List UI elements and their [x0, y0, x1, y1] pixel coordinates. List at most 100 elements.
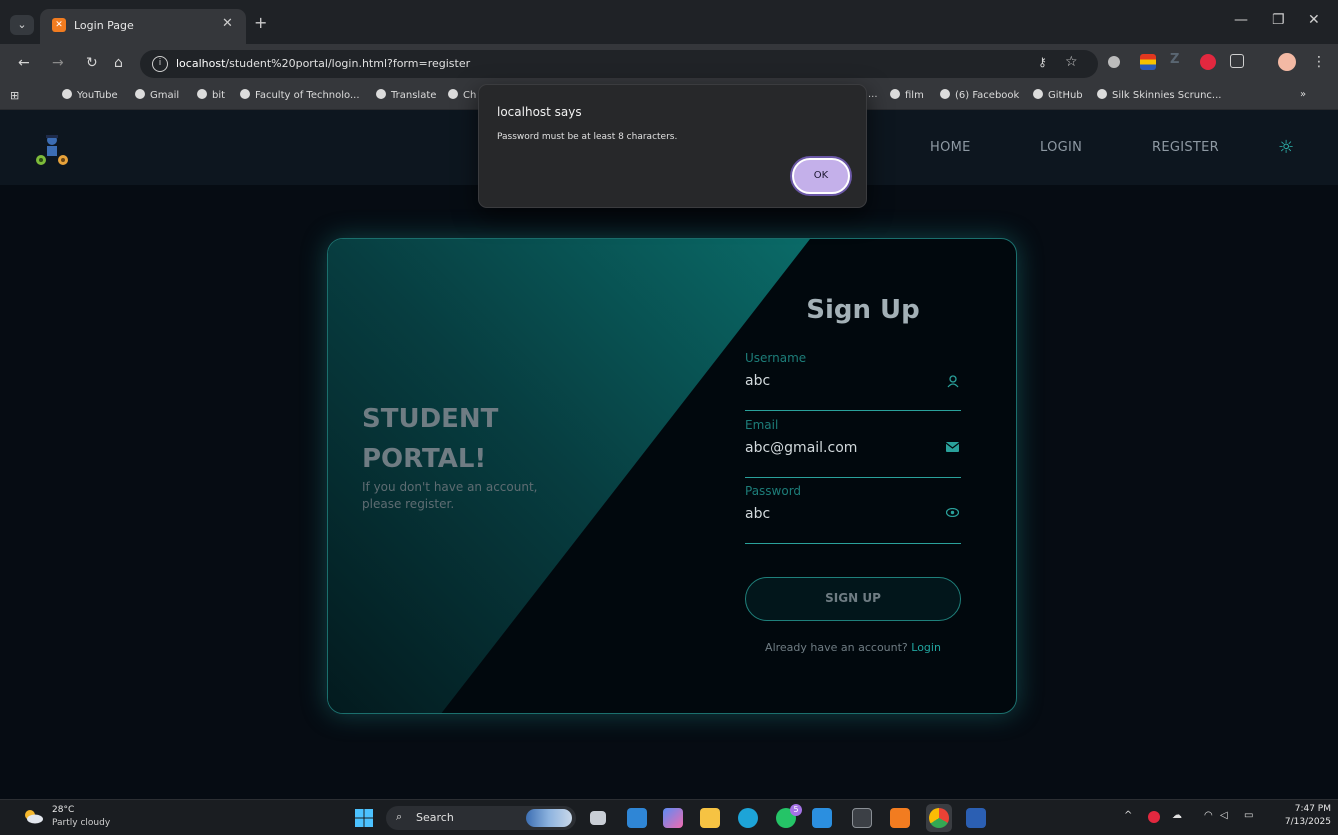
word-icon[interactable] [966, 808, 986, 828]
xampp-icon[interactable] [890, 808, 910, 828]
bookmark-film[interactable]: film [890, 89, 924, 101]
signup-card: STUDENT PORTAL! If you don't have an acc… [327, 238, 1017, 714]
extensions-puzzle-icon[interactable] [1230, 54, 1244, 68]
taskbar-search-label: Search [416, 811, 454, 824]
browser-toolbar: ← → ↻ ⌂ i localhost/student%20portal/log… [0, 44, 1338, 84]
email-value[interactable]: abc@gmail.com [745, 440, 857, 456]
profile-avatar[interactable] [1278, 53, 1296, 71]
globe-icon [197, 89, 207, 99]
ww-extension-icon[interactable] [1200, 54, 1216, 70]
apps-grid-icon[interactable]: ⊞ [10, 89, 19, 102]
nav-home-link[interactable]: HOME [930, 140, 971, 155]
password-value[interactable]: abc [745, 506, 770, 522]
email-label: Email [745, 418, 779, 432]
partly-cloudy-icon[interactable] [22, 808, 44, 824]
z-extension-icon[interactable]: Z [1170, 52, 1186, 68]
address-bar[interactable]: i localhost/student%20portal/login.html?… [140, 50, 1098, 78]
forward-arrow-icon[interactable]: → [52, 55, 64, 71]
reload-icon[interactable]: ↻ [86, 55, 98, 71]
flag-extension-icon[interactable] [1140, 54, 1156, 70]
vscode-icon[interactable] [812, 808, 832, 828]
student-logo-icon [36, 135, 68, 165]
url-text: localhost/student%20portal/login.html?fo… [176, 57, 471, 70]
bookmark-github[interactable]: GitHub [1033, 89, 1083, 101]
home-icon[interactable]: ⌂ [114, 55, 123, 71]
theme-toggle-sun-icon[interactable]: ☼ [1278, 137, 1294, 158]
globe-icon [940, 89, 950, 99]
site-info-icon[interactable]: i [152, 56, 168, 72]
tab-search-button[interactable]: ⌄ [10, 15, 34, 35]
envelope-icon [946, 442, 959, 452]
user-icon [947, 375, 959, 388]
edge-browser-icon[interactable] [738, 808, 758, 828]
nav-register-link[interactable]: REGISTER [1152, 140, 1219, 155]
clock-date[interactable]: 7/13/2025 [1281, 817, 1331, 827]
back-arrow-icon[interactable]: ← [18, 55, 30, 71]
password-key-icon[interactable]: ⚷ [1038, 55, 1047, 69]
search-icon: ⌕ [396, 810, 403, 823]
bookmark-silk[interactable]: Silk Skinnies Scrunc... [1097, 89, 1221, 101]
photos-app-icon[interactable] [627, 808, 647, 828]
show-hidden-icons-chevron[interactable]: ^ [1124, 810, 1132, 821]
onedrive-icon[interactable]: ☁ [1172, 810, 1182, 821]
brand-subtitle: If you don't have an account, please reg… [362, 480, 538, 511]
volume-icon[interactable]: ◁ [1220, 810, 1228, 821]
bookmark-ch[interactable]: Ch [448, 89, 476, 101]
bookmark-translate[interactable]: Translate [376, 89, 436, 101]
task-view-icon[interactable] [590, 811, 606, 825]
eye-icon[interactable] [946, 508, 959, 517]
bookmark-star-icon[interactable]: ☆ [1065, 54, 1078, 70]
alert-dialog: localhost says Password must be at least… [478, 84, 867, 208]
bookmarks-more-button[interactable]: » [1300, 89, 1306, 100]
taskbar-search[interactable]: ⌕ Search [386, 806, 576, 830]
signup-button[interactable]: SIGN UP [745, 577, 961, 621]
globe-icon [62, 89, 72, 99]
xampp-favicon-icon: ✕ [52, 18, 66, 32]
tab-login-page[interactable]: ✕ Login Page ✕ [40, 9, 246, 44]
whatsapp-badge: 5 [790, 804, 802, 816]
dialog-message: Password must be at least 8 characters. [497, 132, 678, 142]
weather-condition: Partly cloudy [52, 818, 111, 828]
bookmark-faculty[interactable]: Faculty of Technolo... [240, 89, 360, 101]
copilot-app-icon[interactable] [663, 808, 683, 828]
globe-icon [1033, 89, 1043, 99]
dialog-ok-button[interactable]: OK [792, 158, 850, 194]
username-value[interactable]: abc [745, 373, 770, 389]
file-explorer-icon[interactable] [700, 808, 720, 828]
menu-kebab-icon[interactable]: ⋮ [1312, 54, 1326, 70]
password-field[interactable]: Password abc [745, 484, 961, 544]
bookmark-truncated[interactable]: ... [868, 89, 878, 100]
clock-time[interactable]: 7:47 PM [1291, 804, 1331, 814]
tray-app-icon[interactable] [1148, 811, 1160, 823]
login-link[interactable]: Login [911, 641, 941, 654]
battery-icon[interactable]: ▭ [1244, 810, 1253, 821]
search-highlight-image [526, 809, 572, 827]
chrome-icon[interactable] [929, 808, 949, 828]
bookmark-bit[interactable]: bit [197, 89, 225, 101]
globe-icon [135, 89, 145, 99]
tab-strip: ⌄ ✕ Login Page ✕ + — ❐ ✕ [0, 0, 1338, 44]
minimize-icon[interactable]: — [1234, 12, 1248, 28]
close-window-icon[interactable]: ✕ [1308, 12, 1320, 28]
weather-temperature: 28°C [52, 805, 75, 815]
nav-login-link[interactable]: LOGIN [1040, 140, 1082, 155]
tab-title: Login Page [74, 19, 134, 32]
restore-icon[interactable]: ❐ [1272, 12, 1285, 28]
bookmark-gmail[interactable]: Gmail [135, 89, 179, 101]
camera-extension-icon[interactable] [1108, 56, 1120, 68]
tab-close-icon[interactable]: ✕ [222, 16, 233, 31]
windows-start-icon[interactable] [355, 809, 373, 827]
email-field[interactable]: Email abc@gmail.com [745, 418, 961, 478]
wifi-icon[interactable]: ◠ [1204, 810, 1213, 821]
username-field[interactable]: Username abc [745, 351, 961, 411]
globe-icon [240, 89, 250, 99]
bookmark-youtube[interactable]: YouTube [62, 89, 118, 101]
password-label: Password [745, 484, 802, 498]
username-label: Username [745, 351, 807, 365]
terminal-icon[interactable] [852, 808, 872, 828]
globe-icon [1097, 89, 1107, 99]
brand-title: STUDENT PORTAL! [362, 404, 499, 474]
bookmark-facebook[interactable]: (6) Facebook [940, 89, 1019, 101]
form-title: Sign Up [806, 295, 920, 325]
new-tab-button[interactable]: + [254, 13, 267, 32]
